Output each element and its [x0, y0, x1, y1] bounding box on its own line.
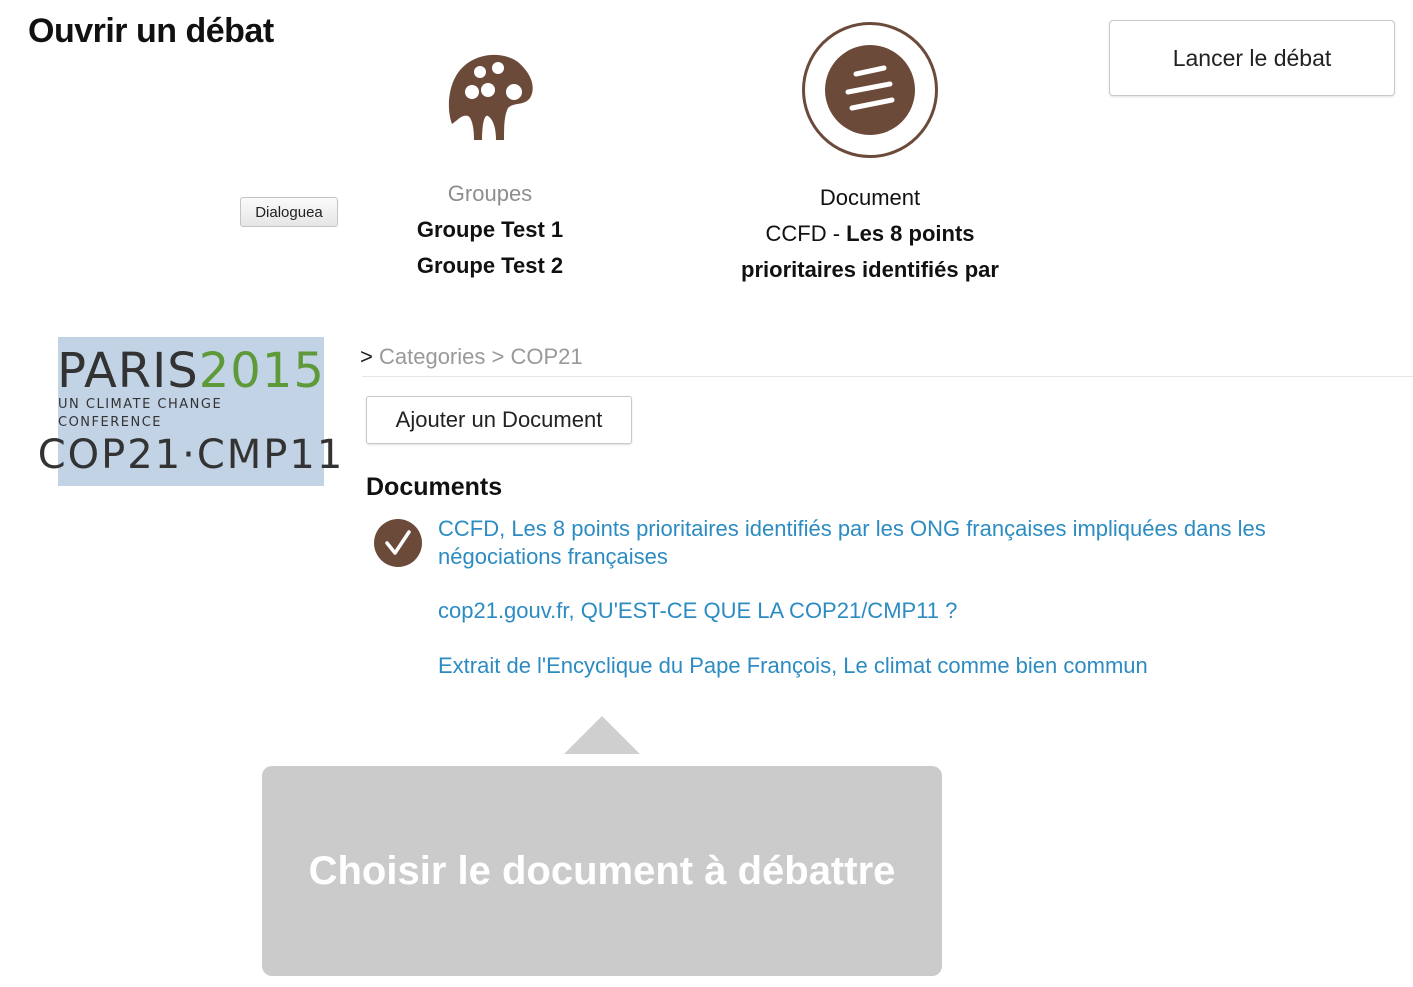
document-icon-ring: [802, 22, 938, 158]
document-summary[interactable]: Document CCFD - Les 8 points prioritaire…: [700, 22, 1040, 288]
document-label: Document: [819, 185, 921, 210]
category-logo: PARIS2015 UN CLIMATE CHANGE CONFERENCE C…: [38, 337, 342, 486]
logo-cop-text: COP21·CMP11: [37, 431, 345, 478]
document-link[interactable]: Extrait de l'Encyclique du Pape François…: [438, 652, 1338, 680]
check-circle-icon: [374, 519, 422, 567]
document-title-part: Les 8 points: [846, 221, 975, 246]
groups-label: Groupes: [447, 181, 533, 206]
document-link[interactable]: cop21.gouv.fr, QU'EST-CE QUE LA COP21/CM…: [438, 597, 1338, 625]
groups-summary[interactable]: Groupes Groupe Test 1 Groupe Test 2: [380, 40, 600, 284]
tooltip-text: Choisir le document à débattre: [308, 848, 896, 893]
launch-debate-button[interactable]: Lancer le débat: [1109, 20, 1395, 96]
documents-heading: Documents: [366, 473, 503, 501]
document-icon: [825, 45, 915, 135]
breadcrumb-item-categories[interactable]: Categories: [379, 344, 485, 369]
document-link[interactable]: CCFD, Les 8 points prioritaires identifi…: [438, 515, 1338, 571]
group-name: Groupe Test 2: [416, 253, 564, 278]
document-title-line: CCFD - Les 8 points: [700, 216, 1040, 252]
groups-icon: [448, 54, 533, 140]
breadcrumb: > Categories > COP21: [360, 342, 583, 372]
document-source: CCFD -: [765, 221, 847, 246]
page-title: Ouvrir un débat: [28, 12, 274, 50]
document-title-line2: prioritaires identifiés par: [741, 257, 999, 282]
dialoguea-button[interactable]: Dialoguea: [240, 197, 338, 227]
breadcrumb-separator: >: [491, 344, 505, 369]
divider: [362, 376, 1413, 377]
breadcrumb-item-cop21[interactable]: COP21: [510, 344, 582, 369]
tooltip: Choisir le document à débattre: [262, 766, 942, 976]
breadcrumb-separator: >: [360, 344, 373, 369]
logo-paris-text: PARIS2015: [57, 342, 325, 399]
logo-subtitle: UN CLIMATE CHANGE CONFERENCE: [58, 396, 223, 430]
group-name: Groupe Test 1: [416, 217, 564, 242]
add-document-button[interactable]: Ajouter un Document: [366, 396, 632, 444]
tooltip-arrow: [564, 716, 640, 754]
